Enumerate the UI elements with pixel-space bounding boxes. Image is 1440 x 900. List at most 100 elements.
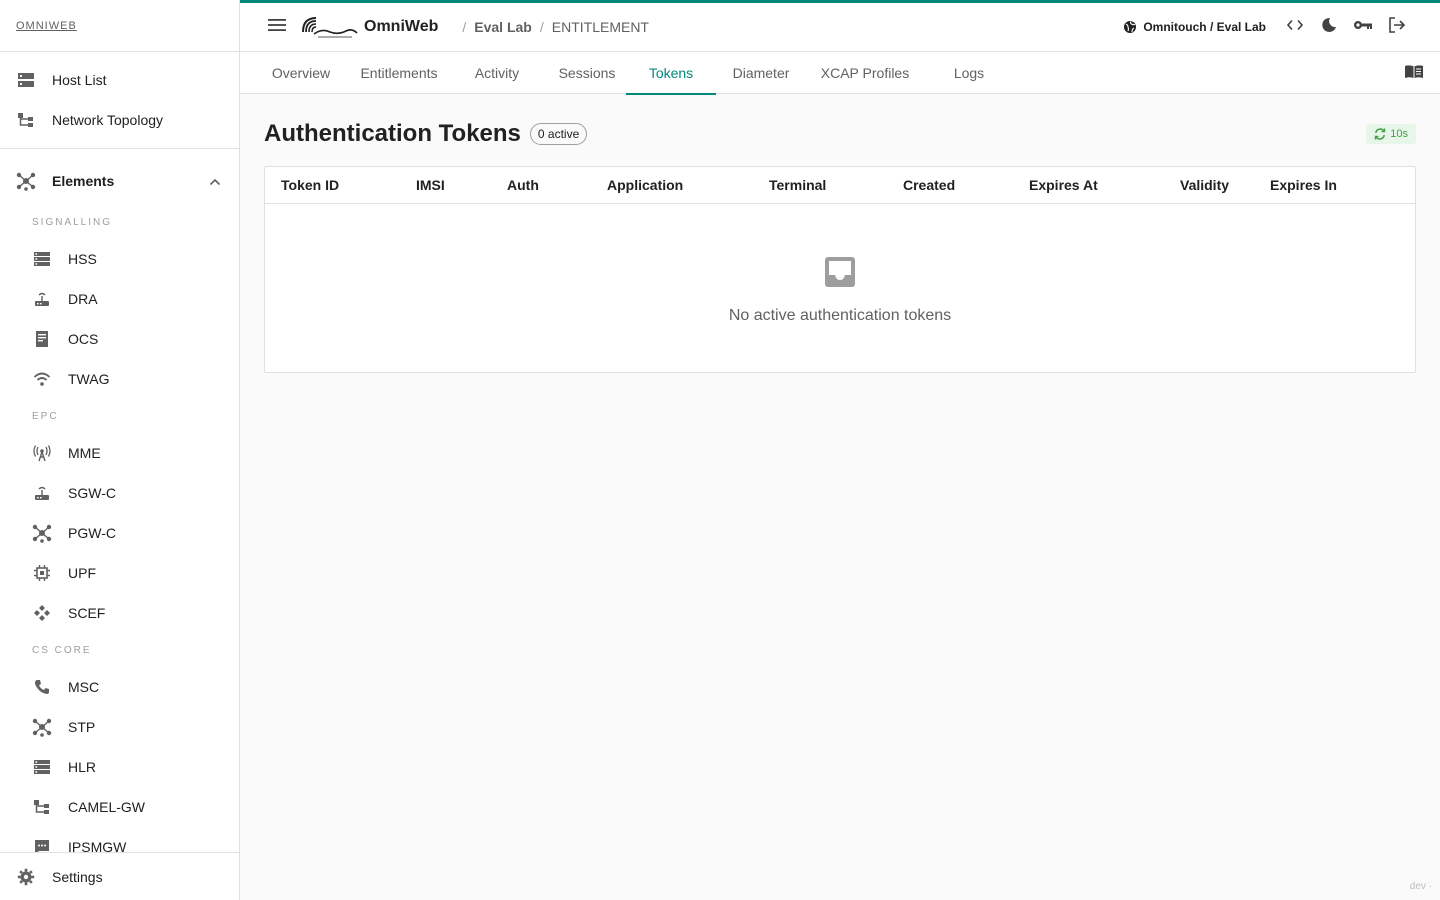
col-created[interactable]: Created — [903, 177, 1029, 193]
active-count-badge: 0 active — [529, 123, 588, 145]
tab-overview[interactable]: Overview — [250, 52, 352, 94]
nav-hlr-label: HLR — [68, 759, 97, 775]
tab-logs[interactable]: Logs — [924, 52, 1014, 94]
nav-hlr[interactable]: HLR — [0, 747, 239, 787]
tab-tokens[interactable]: Tokens — [626, 52, 716, 95]
nav-host-list-label: Host List — [52, 72, 107, 88]
hub-icon — [32, 523, 52, 543]
nav-dra-label: DRA — [68, 291, 98, 307]
code-icon — [1286, 18, 1304, 36]
sidebar: OMNIWEB Host List Network Topology Eleme… — [0, 0, 240, 900]
title-row: Authentication Tokens 0 active 10s — [264, 118, 1416, 150]
tab-bar: Overview Entitlements Activity Sessions … — [240, 52, 1440, 95]
nav-mme[interactable]: MME — [0, 433, 239, 473]
elements-group-toggle[interactable]: Elements — [0, 157, 239, 205]
antenna-icon — [32, 443, 52, 463]
col-application[interactable]: Application — [607, 177, 769, 193]
breadcrumb-separator: / — [539, 19, 544, 35]
nav-stp[interactable]: STP — [0, 707, 239, 747]
nav-scef-label: SCEF — [68, 605, 106, 621]
nav-top: Host List Network Topology — [0, 52, 239, 140]
tab-sessions[interactable]: Sessions — [548, 52, 626, 94]
nav-dra[interactable]: DRA — [0, 279, 239, 319]
sidebar-divider — [0, 148, 239, 149]
topology-icon — [32, 797, 52, 817]
dark-mode-button[interactable] — [1314, 12, 1344, 42]
section-label-epc: EPC — [32, 410, 59, 422]
breadcrumb-eval-lab[interactable]: Eval Lab — [474, 19, 532, 35]
logout-icon — [1388, 16, 1406, 38]
api-key-button[interactable] — [1348, 12, 1378, 42]
breadcrumb-entitlement: ENTITLEMENT — [551, 19, 649, 35]
col-auth[interactable]: Auth — [507, 177, 607, 193]
nav-sgw-c[interactable]: SGW-C — [0, 473, 239, 513]
tenant-label: Omnitouch / Eval Lab — [1143, 20, 1266, 34]
nav-stp-label: STP — [68, 719, 96, 735]
table-header: Token ID IMSI Auth Application Terminal … — [265, 167, 1415, 204]
nav-pgw-c-label: PGW-C — [68, 525, 116, 541]
col-terminal[interactable]: Terminal — [769, 177, 903, 193]
nav-ocs-label: OCS — [68, 331, 99, 347]
section-label-cs-core: CS CORE — [32, 644, 92, 656]
tab-xcap-profiles[interactable]: XCAP Profiles — [806, 52, 924, 94]
router-icon — [32, 483, 52, 503]
logout-button[interactable] — [1382, 12, 1412, 42]
receipt-icon — [32, 329, 52, 349]
nav-host-list[interactable]: Host List — [0, 60, 239, 100]
router-icon — [32, 289, 52, 309]
nav-msc-label: MSC — [68, 679, 100, 695]
globe-icon — [1123, 20, 1137, 34]
brand-link[interactable]: OMNIWEB — [16, 20, 77, 32]
chip-icon — [32, 563, 52, 583]
nav-twag-label: TWAG — [68, 371, 110, 387]
page-title: Authentication Tokens — [264, 120, 521, 147]
inbox-icon — [824, 256, 856, 293]
nav-mme-label: MME — [68, 445, 101, 461]
nav-settings[interactable]: Settings — [0, 852, 239, 900]
moon-icon — [1321, 17, 1337, 38]
col-expires-in[interactable]: Expires In — [1270, 177, 1370, 193]
refresh-icon — [1374, 128, 1386, 140]
tab-entitlements[interactable]: Entitlements — [352, 52, 446, 94]
refresh-interval: 10s — [1390, 128, 1408, 140]
empty-state: No active authentication tokens — [265, 204, 1415, 325]
key-icon — [1353, 18, 1373, 36]
nav-twag[interactable]: TWAG — [0, 359, 239, 399]
col-validity[interactable]: Validity — [1180, 177, 1270, 193]
main-content: Authentication Tokens 0 active 10s Token… — [264, 118, 1416, 373]
nav-network-topology[interactable]: Network Topology — [0, 100, 239, 140]
auto-refresh-chip[interactable]: 10s — [1366, 124, 1416, 144]
nav-ocs[interactable]: OCS — [0, 319, 239, 359]
nav-network-topology-label: Network Topology — [52, 112, 164, 128]
omnitouch-logo — [300, 14, 358, 40]
breadcrumb-separator: / — [462, 19, 467, 35]
tab-activity[interactable]: Activity — [446, 52, 548, 94]
menu-icon — [268, 18, 286, 37]
chevron-up-icon — [209, 173, 221, 189]
tab-diameter[interactable]: Diameter — [716, 52, 806, 94]
nav-upf[interactable]: UPF — [0, 553, 239, 593]
section-label-signalling: SIGNALLING — [32, 216, 113, 228]
tenant-selector[interactable]: Omnitouch / Eval Lab — [1123, 20, 1266, 34]
wifi-icon — [32, 369, 52, 389]
env-tag: dev · — [1409, 881, 1432, 892]
tokens-table: Token ID IMSI Auth Application Terminal … — [264, 166, 1416, 373]
nav-hss[interactable]: HSS — [0, 239, 239, 279]
docs-book-icon[interactable] — [1404, 64, 1424, 82]
gear-icon — [16, 867, 36, 887]
col-imsi[interactable]: IMSI — [416, 177, 507, 193]
nav-msc[interactable]: MSC — [0, 667, 239, 707]
nav-sgw-c-label: SGW-C — [68, 485, 116, 501]
nav-settings-label: Settings — [52, 868, 103, 885]
hub-icon — [32, 717, 52, 737]
nav-pgw-c[interactable]: PGW-C — [0, 513, 239, 553]
menu-button[interactable] — [264, 14, 290, 40]
nav-camel-gw[interactable]: CAMEL-GW — [0, 787, 239, 827]
nav-upf-label: UPF — [68, 565, 96, 581]
nav-scef[interactable]: SCEF — [0, 593, 239, 633]
nav-camel-gw-label: CAMEL-GW — [68, 799, 145, 815]
col-token-id[interactable]: Token ID — [281, 177, 416, 193]
code-button[interactable] — [1280, 12, 1310, 42]
col-expires-at[interactable]: Expires At — [1029, 177, 1180, 193]
storage-icon — [32, 249, 52, 269]
